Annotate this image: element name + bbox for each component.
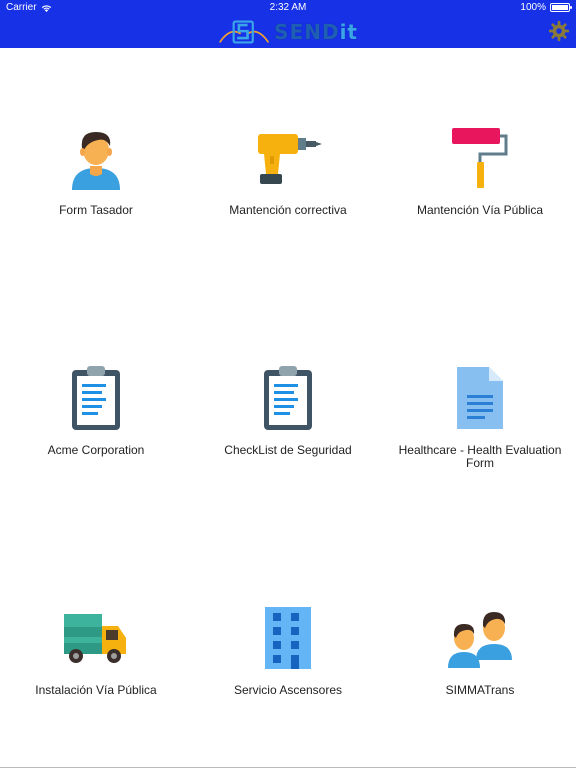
tile-label: SIMMATrans [445,683,515,697]
status-bar: Carrier 2:32 AM 100% [0,0,576,16]
clipboard-icon [60,362,132,434]
battery-indicator: 100% [520,2,572,13]
people-icon [444,602,516,674]
app-header: Carrier 2:32 AM 100% SENDit [0,0,576,48]
person-icon [60,122,132,194]
tile-healthcare-evaluation[interactable]: Healthcare - Health Evaluation Form [384,362,576,470]
tile-form-tasador[interactable]: Form Tasador [0,122,192,217]
clipboard-icon [252,362,324,434]
tile-acme-corporation[interactable]: Acme Corporation [0,362,192,457]
settings-gear-icon[interactable] [548,20,570,42]
paint-roller-icon [444,122,516,194]
tile-label: Servicio Ascensores [233,683,343,697]
tile-label: Instalación Vía Pública [35,683,157,697]
tile-servicio-ascensores[interactable]: Servicio Ascensores [192,602,384,697]
tile-label: Mantención correctiva [229,203,347,217]
tile-label: CheckList de Seguridad [224,443,352,457]
tile-label: Healthcare - Health Evaluation Form [398,443,562,470]
tile-label: Form Tasador [59,203,133,217]
tile-mantencion-via-publica[interactable]: Mantención Vía Pública [384,122,576,217]
tile-label: Mantención Vía Pública [416,203,544,217]
tile-mantencion-correctiva[interactable]: Mantención correctiva [192,122,384,217]
app-logo: SENDit [218,16,358,48]
tile-label: Acme Corporation [47,443,145,457]
battery-percent: 100% [520,2,546,13]
clock: 2:32 AM [269,2,307,13]
building-icon [252,602,324,674]
battery-icon [550,3,572,12]
logo-text: SENDit [274,20,358,44]
logo-mark-icon [219,20,270,44]
tile-instalacion-via-publica[interactable]: Instalación Vía Pública [0,602,192,697]
document-icon [444,362,516,434]
tile-checklist-seguridad[interactable]: CheckList de Seguridad [192,362,384,457]
tile-simmatrans[interactable]: SIMMATrans [384,602,576,697]
form-grid: Form Tasador Mantención correctiva Mante [0,48,576,768]
drill-icon [252,122,324,194]
truck-icon [60,602,132,674]
